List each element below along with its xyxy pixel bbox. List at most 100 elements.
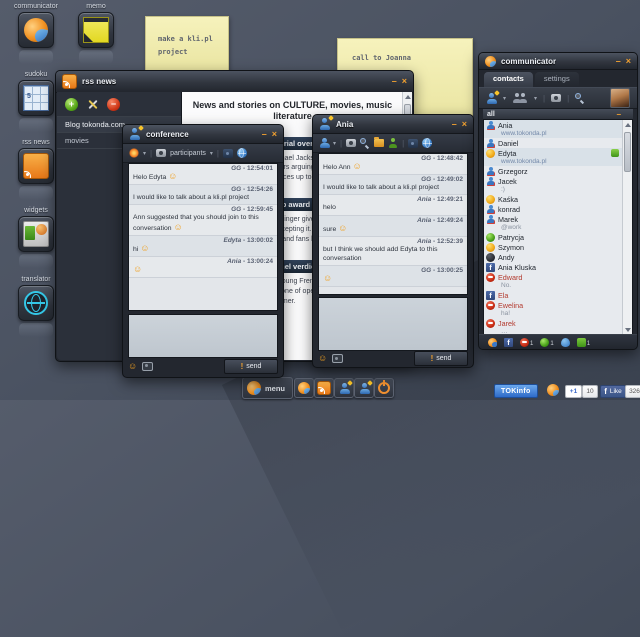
- taskbar-button-rss-news[interactable]: [314, 378, 334, 398]
- add-contact-icon[interactable]: [486, 89, 500, 104]
- google-plusone-button[interactable]: +1: [565, 385, 582, 398]
- attach-image-icon[interactable]: [332, 354, 344, 363]
- dock-icon-memo[interactable]: [78, 12, 114, 48]
- tab-contacts[interactable]: contacts: [484, 72, 533, 87]
- user-avatar[interactable]: [610, 88, 630, 108]
- contact-group-header[interactable]: all −: [483, 109, 633, 119]
- webcam-icon[interactable]: [156, 149, 167, 157]
- contact-row[interactable]: Ania www.tokonda.pl: [484, 120, 623, 138]
- settings-tools-icon[interactable]: [86, 98, 99, 111]
- contact-row[interactable]: Jacek:): [484, 176, 623, 194]
- close-button[interactable]: ×: [462, 119, 467, 129]
- contact-row[interactable]: f Ania Kluska: [484, 262, 623, 272]
- search-icon[interactable]: [575, 93, 585, 103]
- scroll-thumb[interactable]: [624, 132, 631, 172]
- search-icon[interactable]: [360, 138, 370, 148]
- rss-title-bar[interactable]: rss news – ×: [56, 71, 413, 93]
- dock-icon-widgets[interactable]: [18, 216, 54, 252]
- taskbar-button-communicator[interactable]: [294, 378, 314, 398]
- contact-row[interactable]: Grzegorz: [484, 166, 623, 176]
- contact-row[interactable]: konrad: [484, 204, 623, 214]
- contacts-scrollbar[interactable]: [622, 120, 632, 335]
- network-fb-icon[interactable]: f: [504, 337, 513, 347]
- contact-row[interactable]: f Ela: [484, 290, 623, 300]
- web-globe-icon[interactable]: [422, 138, 433, 148]
- dock-item-translator[interactable]: translator: [14, 276, 58, 337]
- taskbar-button-power[interactable]: [374, 378, 394, 398]
- contact-row[interactable]: Daniel: [484, 138, 623, 148]
- scroll-up-arrow[interactable]: [624, 123, 631, 127]
- remove-feed-button[interactable]: [107, 97, 120, 111]
- menu-button[interactable]: menu: [242, 377, 294, 399]
- sticky-note-make-project[interactable]: make a kli.pl project: [145, 16, 229, 72]
- close-button[interactable]: ×: [402, 77, 407, 86]
- smiley-picker-icon[interactable]: ☺: [318, 354, 327, 363]
- minimize-button[interactable]: –: [616, 56, 621, 66]
- collapse-group-icon[interactable]: −: [616, 110, 621, 119]
- network-swirl-icon[interactable]: [488, 337, 497, 347]
- tokinfo-button[interactable]: TOKinfo: [494, 384, 538, 398]
- scroll-up-arrow[interactable]: [404, 95, 411, 99]
- dock-item-rss-news[interactable]: rss news: [14, 139, 58, 200]
- dock-item-widgets[interactable]: widgets: [14, 207, 58, 268]
- send-button[interactable]: ! send: [224, 358, 278, 374]
- taskbar-button-chat-ania[interactable]: [334, 378, 354, 398]
- contact-row[interactable]: Edyta www.tokonda.pl: [484, 148, 623, 166]
- dock-item-memo[interactable]: memo: [74, 3, 118, 64]
- webcam-icon[interactable]: [346, 139, 357, 147]
- network-red-icon[interactable]: 1: [520, 337, 533, 347]
- taskbar-button-chat-conference[interactable]: [354, 378, 374, 398]
- ania-title-bar[interactable]: Ania – ×: [313, 115, 473, 134]
- dock-item-sudoku[interactable]: sudoku: [14, 71, 58, 132]
- dock-icon-sudoku[interactable]: [18, 80, 54, 116]
- conference-message-log[interactable]: GG - 12:54:01 Helo Edyta ☺ GG - 12:54:26 I …: [128, 163, 278, 311]
- contact-row[interactable]: Edward No.: [484, 272, 623, 290]
- network-greensq-icon[interactable]: 1: [576, 337, 590, 347]
- dock-item-communicator[interactable]: communicator: [14, 3, 58, 64]
- dropdown-arrow-icon[interactable]: ▾: [210, 150, 213, 157]
- network-greenball-icon[interactable]: 1: [540, 337, 554, 347]
- scroll-down-arrow[interactable]: [624, 328, 631, 332]
- dropdown-arrow-icon[interactable]: ▾: [143, 150, 146, 157]
- dropdown-arrow-icon[interactable]: ▾: [503, 95, 506, 102]
- share-icon[interactable]: [611, 149, 619, 157]
- add-feed-button[interactable]: [65, 97, 78, 111]
- dock-icon-translator[interactable]: [18, 285, 54, 321]
- dock-icon-communicator[interactable]: [18, 12, 54, 48]
- plugin-icon[interactable]: [222, 148, 233, 158]
- dropdown-arrow-icon[interactable]: ▾: [534, 95, 537, 102]
- close-button[interactable]: ×: [272, 129, 277, 139]
- minimize-button[interactable]: –: [392, 77, 397, 86]
- contact-row[interactable]: Andy: [484, 252, 623, 262]
- minimize-button[interactable]: –: [452, 119, 457, 129]
- contact-row[interactable]: Kaśka: [484, 194, 623, 204]
- facebook-like-button[interactable]: f Like: [600, 385, 626, 398]
- smiley-picker-icon[interactable]: ☺: [128, 361, 137, 371]
- webcam-icon[interactable]: [551, 94, 562, 102]
- minimize-button[interactable]: –: [262, 129, 267, 139]
- network-drop-icon[interactable]: [560, 337, 570, 347]
- plugin-icon[interactable]: [408, 138, 419, 148]
- contact-row[interactable]: Ewelina ha!: [484, 300, 623, 318]
- web-globe-icon[interactable]: [236, 148, 247, 158]
- archive-folder-icon[interactable]: [374, 137, 385, 147]
- emoticon-settings-icon[interactable]: [129, 148, 139, 158]
- groups-icon[interactable]: [512, 93, 528, 103]
- contact-row[interactable]: Patrycja: [484, 232, 623, 242]
- close-button[interactable]: ×: [626, 56, 631, 66]
- dock-icon-rss-news[interactable]: [18, 148, 54, 184]
- add-to-conference-icon[interactable]: [388, 138, 398, 148]
- contact-row[interactable]: Marek @work: [484, 214, 623, 232]
- ania-message-log[interactable]: GG - 12:48:42 Helo Ann ☺ GG - 12:49:02 I wo…: [318, 153, 468, 295]
- tab-settings[interactable]: settings: [534, 72, 579, 87]
- conference-message-input[interactable]: [128, 314, 278, 358]
- conference-title-bar[interactable]: conference – ×: [123, 125, 283, 144]
- communicator-title-bar[interactable]: communicator – ×: [479, 53, 637, 70]
- attach-image-icon[interactable]: [142, 361, 154, 371]
- dropdown-arrow-icon[interactable]: ▾: [333, 140, 336, 147]
- contact-row[interactable]: Szymon: [484, 242, 623, 252]
- contact-actions-icon[interactable]: [319, 138, 330, 148]
- ania-message-input[interactable]: [318, 297, 468, 351]
- participants-menu[interactable]: participants: [170, 150, 206, 157]
- send-button[interactable]: ! send: [414, 351, 468, 366]
